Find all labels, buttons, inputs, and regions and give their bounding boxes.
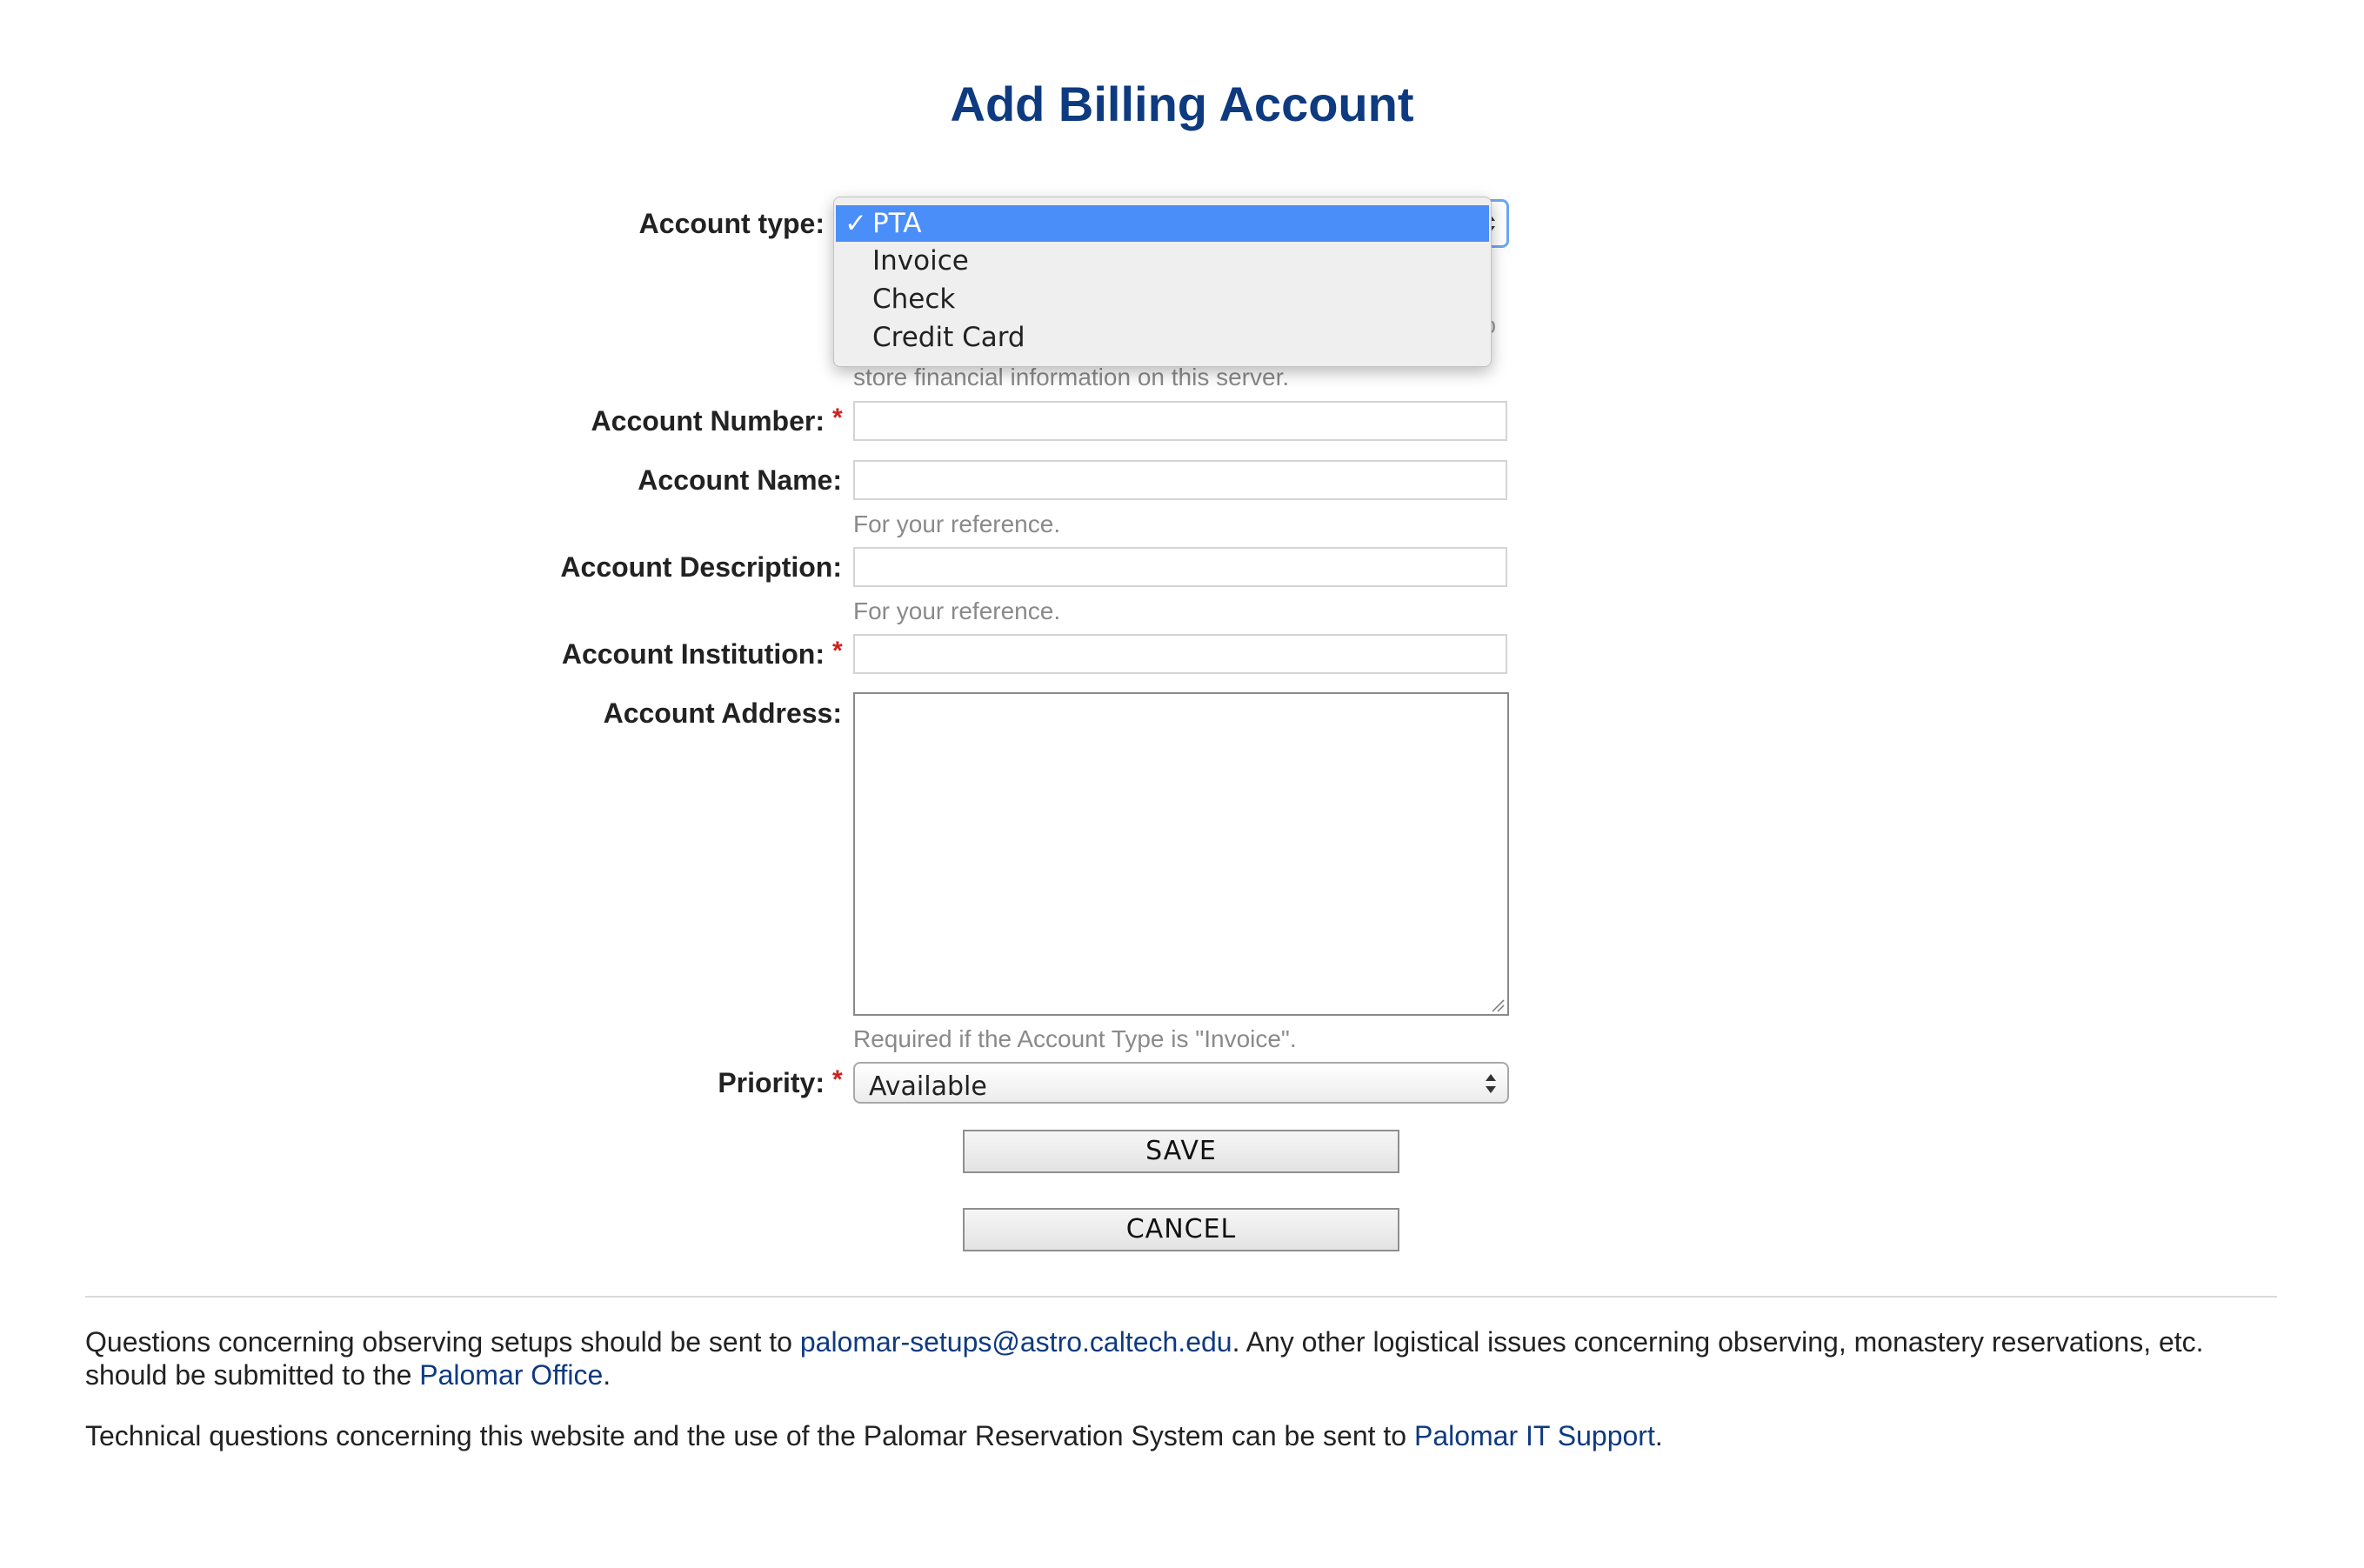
account-name-input[interactable]	[853, 460, 1507, 500]
account-address-textarea[interactable]	[853, 692, 1509, 1016]
account-type-dropdown[interactable]: ✓ PTA Invoice Check Credit Card	[833, 197, 1492, 367]
priority-label: Priority:	[718, 1067, 825, 1098]
footer-divider	[85, 1296, 2277, 1298]
required-asterisk: *	[832, 404, 843, 432]
account-name-help: For your reference.	[853, 510, 1061, 537]
resize-grip-icon[interactable]	[1489, 997, 1505, 1012]
account-type-help: store financial information on this serv…	[853, 364, 1290, 390]
footer-paragraph-contacts: Questions concerning observing setups sh…	[85, 1326, 2204, 1391]
account-description-help: For your reference.	[853, 597, 1061, 624]
priority-select[interactable]: Available	[853, 1062, 1509, 1104]
account-number-input[interactable]	[853, 401, 1507, 441]
account-address-label: Account Address:	[603, 697, 842, 729]
check-icon: ✓	[845, 208, 867, 239]
account-description-input[interactable]	[853, 547, 1507, 587]
save-button[interactable]: SAVE	[963, 1130, 1399, 1173]
palomar-office-link[interactable]: Palomar Office	[419, 1359, 603, 1391]
account-type-option-pta[interactable]: ✓ PTA	[836, 205, 1489, 242]
cancel-button[interactable]: CANCEL	[963, 1208, 1399, 1251]
account-number-label: Account Number:	[591, 405, 825, 437]
palomar-it-support-link[interactable]: Palomar IT Support	[1414, 1420, 1655, 1451]
required-asterisk: *	[832, 1065, 843, 1094]
account-type-option-credit-card[interactable]: Credit Card	[836, 319, 1489, 356]
account-address-help: Required if the Account Type is "Invoice…	[853, 1025, 1297, 1052]
account-type-label: Account type:	[638, 208, 825, 239]
page-title: Add Billing Account	[950, 77, 1414, 131]
account-type-option-check[interactable]: Check	[836, 281, 1489, 317]
select-arrows-icon	[1486, 1074, 1496, 1093]
required-asterisk: *	[832, 637, 843, 665]
account-institution-input[interactable]	[853, 634, 1507, 674]
account-name-label: Account Name:	[638, 464, 842, 496]
account-institution-label: Account Institution:	[561, 638, 825, 670]
palomar-setups-email-link[interactable]: palomar-setups@astro.caltech.edu	[800, 1326, 1232, 1358]
priority-selected-value: Available	[869, 1071, 987, 1102]
footer-paragraph-it-support: Technical questions concerning this webs…	[85, 1420, 1663, 1451]
account-type-option-invoice[interactable]: Invoice	[836, 243, 1489, 279]
account-description-label: Account Description:	[560, 551, 842, 583]
